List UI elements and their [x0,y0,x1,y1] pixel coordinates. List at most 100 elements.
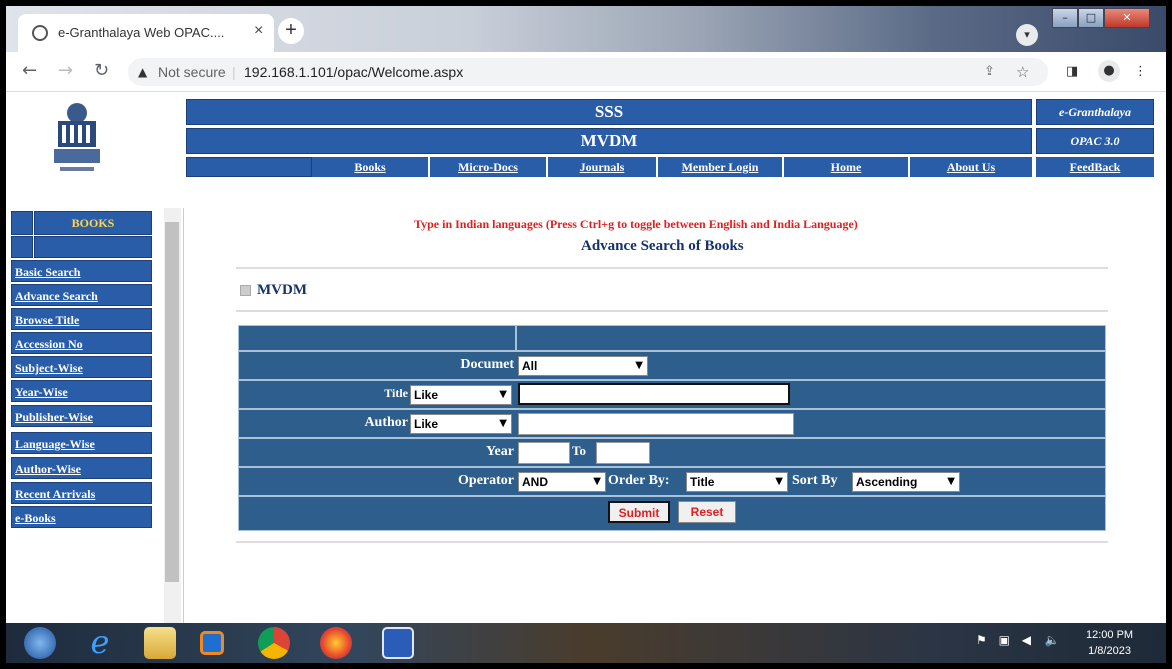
library-label: MVDM [257,282,307,298]
chevron-down-icon: ▼ [635,360,643,371]
windows-start-icon[interactable] [24,627,56,659]
nav-home[interactable]: Home [784,157,908,177]
reset-button[interactable]: Reset [678,501,736,523]
maximize-button[interactable]: □ [1078,8,1104,28]
search-form: Documet All ▼ Title Like ▼ Author Like ▼ Ye… [238,325,1106,531]
arrow-icon[interactable]: ◀ [1022,633,1031,647]
chevron-down-icon: ▼ [947,476,955,487]
sortby-label: Sort By [792,473,838,488]
language-hint: Type in Indian languages (Press Ctrl+g t… [414,217,858,231]
button-row [238,496,1106,531]
folder-icon[interactable] [144,627,176,659]
menu-language-wise[interactable]: Language-Wise [11,432,152,454]
window-controls: – □ ✕ [1052,8,1150,28]
clock[interactable]: 12:00 PM 1/8/2023 [1086,627,1133,659]
title-input[interactable] [518,383,790,405]
menu-subject-wise[interactable]: Subject-Wise [11,356,152,378]
back-icon[interactable]: ← [22,60,37,81]
web-page: SSS MVDM e-Granthalaya OPAC 3.0 Books Mi… [6,93,1166,623]
version-label: OPAC 3.0 [1036,128,1154,154]
tab-title: e-Granthalaya Web OPAC.... [58,25,225,40]
operator-label: Operator [458,473,514,488]
reload-icon[interactable]: ↻ [94,60,109,81]
document-label: Documet [460,357,514,372]
year-row [238,438,1106,467]
nav-about-us[interactable]: About Us [910,157,1032,177]
operator-value: AND [522,475,548,489]
close-window-button[interactable]: ✕ [1104,8,1150,28]
nav-micro-docs[interactable]: Micro-Docs [430,157,546,177]
scrollbar-thumb[interactable] [165,222,179,582]
menu-accession-no[interactable]: Accession No [11,332,152,354]
divider [236,541,1108,543]
menu-author-wise[interactable]: Author-Wise [11,457,152,479]
menu-browse-title[interactable]: Browse Title [11,308,152,330]
library-filter[interactable]: MVDM [240,282,307,299]
menu-e-books[interactable]: e-Books [11,506,152,528]
profile-icon[interactable]: ● [1098,60,1120,82]
chrome-icon[interactable] [258,627,290,659]
submit-button[interactable]: Submit [608,501,670,523]
firefox-icon[interactable] [320,627,352,659]
nav-feedback[interactable]: FeedBack [1036,157,1154,177]
address-bar[interactable]: ▲ Not secure | 192.168.1.101/opac/Welcom… [128,58,1048,86]
author-label: Author [364,415,408,430]
title-label: Title [384,386,408,400]
title-mode-value: Like [414,388,439,402]
word-icon[interactable] [382,627,414,659]
flag-icon[interactable]: ⚑ [976,633,987,647]
browser-toolbar: ← → ↻ ▲ Not secure | 192.168.1.101/opac/… [6,52,1166,92]
clock-date: 1/8/2023 [1088,645,1131,657]
sortby-value: Ascending [856,475,918,489]
separator: | [232,64,236,80]
operator-select[interactable]: AND ▼ [518,472,606,492]
media-icon[interactable] [200,631,224,655]
nav-journals[interactable]: Journals [548,157,656,177]
browser-tab[interactable]: e-Granthalaya Web OPAC.... × [18,14,274,52]
form-header-right [516,325,1106,351]
close-icon[interactable]: × [254,22,263,40]
menu-stub [11,236,33,258]
new-tab-button[interactable]: + [278,18,304,44]
forward-icon[interactable]: → [58,60,73,81]
menu-publisher-wise[interactable]: Publisher-Wise [11,405,152,427]
volume-icon[interactable]: 🔈 [1045,633,1060,647]
share-icon[interactable]: ⇪ [984,58,995,86]
chevron-down-icon: ▼ [775,476,783,487]
nav-member-login[interactable]: Member Login [658,157,782,177]
nav-books[interactable]: Books [312,157,428,177]
menu-year-wise[interactable]: Year-Wise [11,380,152,402]
minimize-button[interactable]: – [1052,8,1078,28]
network-icon[interactable]: ▣ [999,633,1010,647]
sidepanel-icon[interactable]: ◨ [1066,64,1078,79]
chevron-down-icon: ▼ [593,476,601,487]
chevron-down-icon: ▼ [499,418,507,429]
author-input[interactable] [518,413,794,435]
star-icon[interactable]: ☆ [1016,58,1029,86]
system-tray: ⚑ ▣ ◀ 🔈 [976,633,1060,647]
menu-recent-arrivals[interactable]: Recent Arrivals [11,482,152,504]
title-mode-select[interactable]: Like ▼ [410,385,512,405]
document-select[interactable]: All ▼ [518,356,648,376]
library-checkbox[interactable] [240,285,251,297]
year-from-input[interactable] [518,442,570,464]
menu-icon[interactable]: ⋮ [1134,64,1147,79]
sortby-select[interactable]: Ascending ▼ [852,472,960,492]
menu-basic-search[interactable]: Basic Search [11,260,152,282]
chevron-down-icon[interactable]: ▾ [1016,24,1038,46]
nav-spacer [186,157,312,177]
menu-scrollbar[interactable] [164,208,181,623]
author-mode-select[interactable]: Like ▼ [410,414,512,434]
ie-icon[interactable]: e [84,626,116,659]
warning-icon: ▲ [138,65,148,79]
clock-time: 12:00 PM [1086,629,1134,641]
orderby-select[interactable]: Title ▼ [686,472,788,492]
url-text[interactable]: 192.168.1.101/opac/Welcome.aspx [244,58,463,86]
year-to-input[interactable] [596,442,650,464]
divider [236,267,1108,269]
menu-advance-search[interactable]: Advance Search [11,284,152,306]
unit-banner: MVDM [186,128,1032,154]
divider [236,310,1108,312]
orderby-label: Order By: [608,473,670,488]
document-value: All [522,359,538,373]
